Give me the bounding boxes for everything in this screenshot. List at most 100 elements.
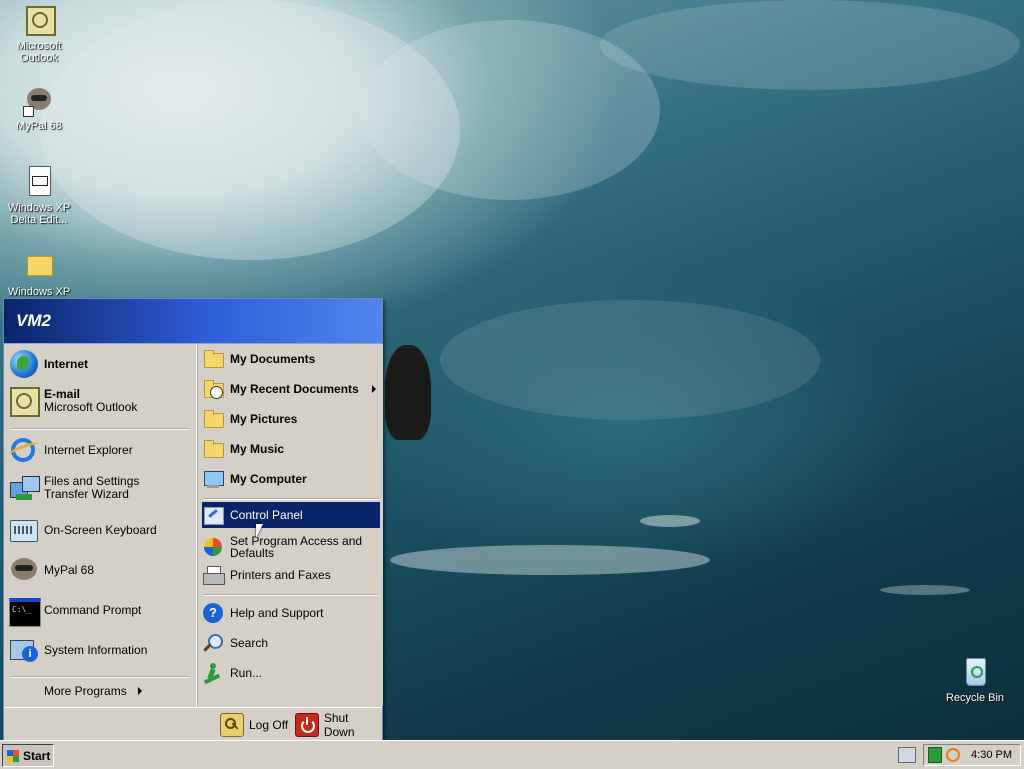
- recent-mypal[interactable]: MyPal 68: [8, 554, 94, 586]
- outlook-icon: [23, 4, 56, 36]
- desktop-icon-label: Windows XP: [7, 286, 71, 298]
- desktop-icon-label: Windows XP Delta Edit...: [7, 202, 71, 226]
- start-menu-left-column: Internet E-mail Microsoft Outlook Intern…: [4, 344, 197, 706]
- start-menu: VM2 Internet E-mail Microsoft Outlook In…: [3, 298, 383, 743]
- more-programs-label: More Programs: [44, 684, 127, 698]
- outlook-icon: [8, 385, 40, 417]
- transfer-wizard-icon: [8, 472, 40, 504]
- tool-label: Search: [230, 636, 269, 650]
- recycle-bin-icon: [959, 656, 991, 688]
- desktop-icon-outlook[interactable]: Microsoft Outlook: [4, 4, 74, 64]
- key-icon: [220, 713, 244, 737]
- more-programs-separator: [10, 676, 190, 678]
- more-programs-button[interactable]: More Programs: [44, 682, 154, 700]
- surfer-silhouette: [385, 345, 431, 440]
- windows-logo-icon: [7, 749, 19, 762]
- raccoon-icon: [8, 554, 40, 586]
- desktop-icon-xp-delta[interactable]: Windows XP Delta Edit...: [4, 166, 74, 226]
- mouse-cursor-icon: [256, 524, 263, 538]
- place-my-recent-documents[interactable]: My Recent Documents: [202, 376, 380, 402]
- desktop-icon-mypal[interactable]: MyPal 68: [4, 84, 74, 132]
- desktop-icon-xp-folder[interactable]: Windows XP: [4, 250, 74, 298]
- start-menu-footer: Log Off Shut Down: [4, 707, 382, 743]
- recent-system-information[interactable]: i System Information: [8, 634, 147, 666]
- recent-item-label: System Information: [44, 642, 148, 657]
- tool-label: Help and Support: [230, 606, 324, 620]
- power-icon: [295, 713, 319, 737]
- place-label: My Documents: [230, 352, 316, 366]
- info-icon: i: [8, 634, 40, 666]
- setting-label: Control Panel: [230, 508, 303, 522]
- start-menu-user-name: VM2: [4, 299, 382, 344]
- help-icon: ?: [202, 602, 224, 624]
- recent-internet-explorer[interactable]: Internet Explorer: [7, 434, 133, 466]
- tool-run[interactable]: Run...: [202, 660, 380, 686]
- desktop-icon-label: Recycle Bin: [945, 692, 1005, 704]
- desktop-icon-label: Microsoft Outlook: [16, 40, 62, 64]
- printer-icon: [202, 564, 225, 586]
- tool-help-support[interactable]: ? Help and Support: [202, 600, 380, 626]
- place-my-computer[interactable]: My Computer: [202, 466, 380, 492]
- desktop-icon-label: MyPal 68: [16, 120, 62, 132]
- control-panel-icon: [202, 504, 224, 526]
- program-defaults-icon: [202, 536, 224, 558]
- recent-item-label: Files and Settings Transfer Wizard: [44, 474, 140, 501]
- document-icon: [23, 166, 55, 198]
- pinned-email-subtitle: Microsoft Outlook: [44, 400, 138, 414]
- globe-icon: [8, 348, 40, 380]
- place-label: My Recent Documents: [230, 382, 359, 396]
- keyboard-icon: [8, 514, 40, 546]
- setting-program-access[interactable]: Set Program Access and Defaults: [202, 532, 380, 562]
- setting-control-panel[interactable]: Control Panel: [202, 502, 380, 528]
- system-tray: 4:30 PM: [923, 744, 1021, 766]
- place-label: My Music: [230, 442, 285, 456]
- pinned-separator: [10, 428, 190, 430]
- recent-item-label: On-Screen Keyboard: [44, 522, 157, 537]
- computer-icon: [202, 468, 224, 490]
- start-button[interactable]: Start: [2, 744, 54, 767]
- tool-label: Run...: [230, 666, 263, 680]
- pinned-email[interactable]: E-mail Microsoft Outlook: [8, 385, 137, 417]
- tool-search[interactable]: Search: [202, 630, 380, 656]
- raccoon-icon: [23, 84, 55, 117]
- setting-label: Printers and Faxes: [230, 568, 331, 582]
- chevron-right-icon: [372, 385, 376, 393]
- log-off-label: Log Off: [249, 718, 289, 732]
- tray-search-icon[interactable]: [946, 748, 960, 762]
- place-my-pictures[interactable]: My Pictures: [202, 406, 380, 432]
- settings-separator: [204, 594, 378, 596]
- recent-item-label: MyPal 68: [44, 562, 95, 577]
- place-my-music[interactable]: My Music: [202, 436, 380, 462]
- start-menu-right-column: My Documents My Recent Documents My Pict…: [197, 344, 383, 706]
- recent-command-prompt[interactable]: C:\_ Command Prompt: [8, 594, 142, 627]
- search-icon: [202, 632, 224, 654]
- place-my-documents[interactable]: My Documents: [202, 346, 380, 372]
- place-label: My Computer: [230, 472, 307, 486]
- tray-app-icon[interactable]: [928, 747, 942, 763]
- shut-down-button[interactable]: Shut Down: [295, 711, 382, 739]
- recent-docs-icon: [202, 378, 224, 400]
- pinned-internet-label: Internet: [44, 356, 89, 371]
- network-icon[interactable]: [898, 747, 916, 763]
- recent-item-label: Command Prompt: [44, 602, 142, 617]
- shut-down-label: Shut Down: [323, 711, 355, 739]
- start-label: Start: [23, 748, 51, 763]
- setting-printers-faxes[interactable]: Printers and Faxes: [202, 562, 380, 588]
- folder-icon: [202, 408, 224, 430]
- recent-transfer-wizard[interactable]: Files and Settings Transfer Wizard: [8, 472, 184, 504]
- taskbar: Start 4:30 PM: [0, 740, 1024, 769]
- recent-onscreen-keyboard[interactable]: On-Screen Keyboard: [8, 514, 157, 546]
- recent-item-label: Internet Explorer: [44, 442, 133, 457]
- cmd-icon: C:\_: [8, 594, 41, 627]
- chevron-right-icon: [138, 687, 142, 695]
- log-off-button[interactable]: Log Off: [220, 713, 288, 737]
- place-label: My Pictures: [230, 412, 298, 426]
- clock[interactable]: 4:30 PM: [971, 749, 1012, 761]
- pinned-internet[interactable]: Internet: [8, 348, 88, 380]
- ie-icon: [7, 434, 41, 466]
- places-separator: [204, 498, 378, 500]
- desktop-icon-recycle-bin[interactable]: Recycle Bin: [940, 656, 1010, 704]
- setting-label: Set Program Access and Defaults: [230, 534, 363, 560]
- folder-icon: [202, 438, 224, 460]
- run-icon: [202, 662, 224, 685]
